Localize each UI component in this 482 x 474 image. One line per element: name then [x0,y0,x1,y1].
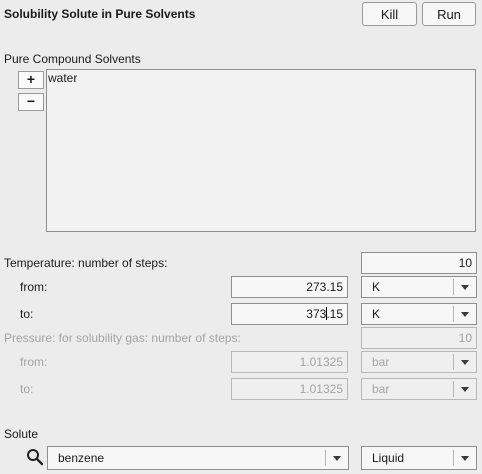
pressure-to-field[interactable]: 1.01325 [231,378,348,400]
divider [453,354,454,370]
chevron-down-icon [461,456,469,461]
divider [453,306,454,322]
divider [453,450,454,466]
solute-label: Solute [4,427,39,441]
temperature-steps-field[interactable]: 10 [361,252,477,274]
kill-button[interactable]: Kill [362,2,417,26]
pressure-steps-label: Pressure: for solubility gas: number of … [4,331,241,345]
selected-value: Liquid [372,451,405,465]
solute-combobox[interactable]: benzene [47,446,349,470]
selected-value: benzene [58,451,105,465]
selected-value: K [372,307,381,321]
temperature-from-field[interactable]: 273.15 [231,276,348,298]
divider [325,450,326,466]
chevron-down-icon[interactable] [333,456,341,461]
value-before-caret: 373 [306,307,327,321]
temperature-to-field[interactable]: 373.15 [231,303,348,325]
search-icon[interactable] [26,448,44,466]
temperature-to-label: to: [20,307,34,321]
pressure-from-field[interactable]: 1.01325 [231,351,348,373]
solvents-list[interactable]: water [46,69,476,232]
value-after-caret: .15 [326,307,343,321]
selected-value: bar [372,382,390,396]
pressure-from-label: from: [20,355,48,369]
panel-title: Solubility Solute in Pure Solvents [4,7,196,21]
solvents-label: Pure Compound Solvents [4,52,141,66]
run-button[interactable]: Run [422,2,476,26]
add-solvent-button[interactable]: + [18,71,44,89]
divider [453,381,454,397]
temperature-steps-label: Temperature: number of steps: [4,256,168,270]
temperature-to-unit-select[interactable]: K [361,303,477,325]
pressure-steps-field[interactable]: 10 [361,327,477,349]
chevron-down-icon [461,285,469,290]
temperature-from-unit-select[interactable]: K [361,276,477,298]
solute-phase-select[interactable]: Liquid [361,446,477,470]
temperature-from-label: from: [20,280,48,294]
chevron-down-icon [461,360,469,365]
chevron-down-icon [461,387,469,392]
pressure-to-unit-select[interactable]: bar [361,378,477,400]
list-item[interactable]: water [48,71,77,85]
pressure-to-label: to: [20,382,34,396]
chevron-down-icon [461,312,469,317]
selected-value: bar [372,355,390,369]
selected-value: K [372,280,381,294]
divider [453,279,454,295]
pressure-from-unit-select[interactable]: bar [361,351,477,373]
remove-solvent-button[interactable]: − [18,93,44,111]
